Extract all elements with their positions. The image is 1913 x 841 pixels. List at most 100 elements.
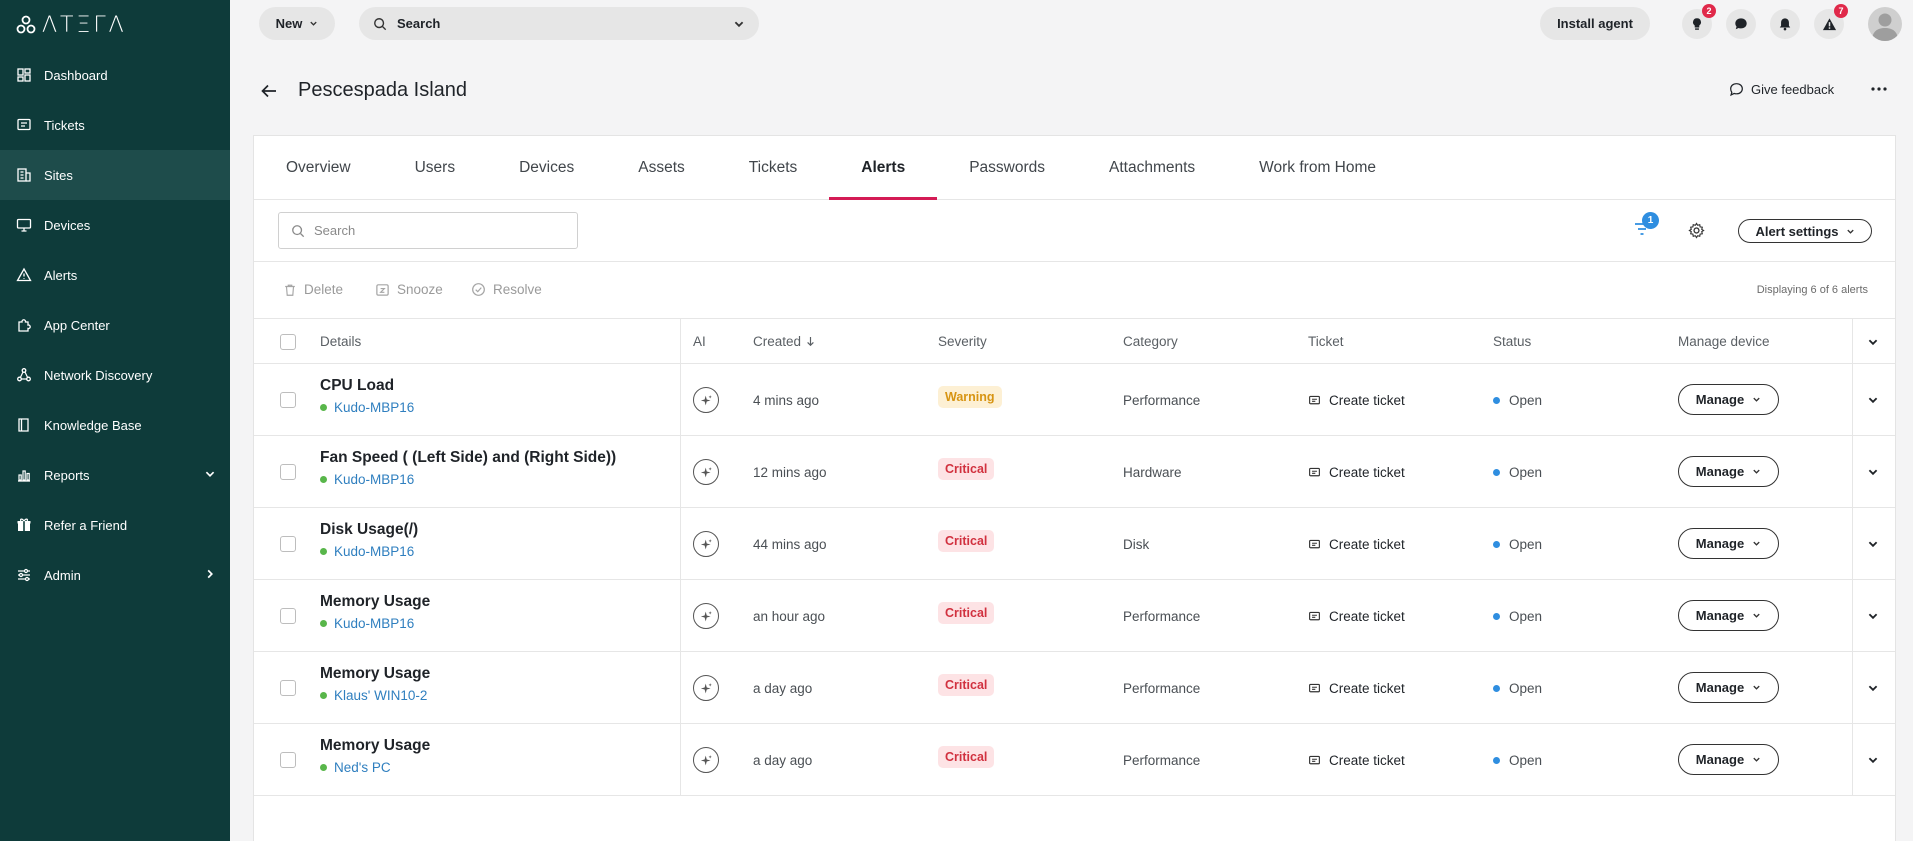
- row-checkbox[interactable]: [280, 752, 296, 768]
- device-name[interactable]: Ned's PC: [334, 760, 391, 775]
- row-checkbox[interactable]: [280, 536, 296, 552]
- expand-all-button[interactable]: [1867, 319, 1879, 364]
- table-row[interactable]: Memory Usage Kudo-MBP16 an hour ago Critica…: [254, 580, 1895, 652]
- delete-button[interactable]: Delete: [283, 282, 343, 297]
- expand-row-button[interactable]: [1867, 682, 1879, 694]
- sidebar-item-sites[interactable]: Sites: [0, 150, 230, 200]
- manage-device-button[interactable]: Manage: [1678, 456, 1779, 487]
- tab-users[interactable]: Users: [383, 136, 487, 199]
- header-severity[interactable]: Severity: [938, 319, 987, 364]
- sidebar-item-tickets[interactable]: Tickets: [0, 100, 230, 150]
- create-ticket-button[interactable]: Create ticket: [1308, 508, 1405, 580]
- tab-tickets[interactable]: Tickets: [717, 136, 830, 199]
- expand-row-button[interactable]: [1867, 466, 1879, 478]
- create-ticket-button[interactable]: Create ticket: [1308, 364, 1405, 436]
- table-row[interactable]: CPU Load Kudo-MBP16 4 mins ago Warning Perfo…: [254, 364, 1895, 436]
- header-category[interactable]: Category: [1123, 319, 1178, 364]
- tab-work-from-home[interactable]: Work from Home: [1227, 136, 1408, 199]
- device-name[interactable]: Kudo-MBP16: [334, 544, 414, 559]
- row-checkbox[interactable]: [280, 608, 296, 624]
- header-created[interactable]: Created: [753, 319, 815, 364]
- device-name[interactable]: Klaus' WIN10-2: [334, 688, 427, 703]
- alert-title[interactable]: Memory Usage: [320, 593, 430, 611]
- header-details[interactable]: Details: [320, 319, 361, 364]
- device-name[interactable]: Kudo-MBP16: [334, 472, 414, 487]
- alert-title[interactable]: CPU Load: [320, 377, 394, 395]
- ai-button[interactable]: [693, 603, 719, 629]
- expand-row-button[interactable]: [1867, 754, 1879, 766]
- alerts-search[interactable]: [278, 212, 578, 249]
- manage-device-button[interactable]: Manage: [1678, 600, 1779, 631]
- give-feedback-button[interactable]: Give feedback: [1729, 82, 1834, 97]
- ai-button[interactable]: [693, 459, 719, 485]
- logo[interactable]: ΛΤΞΓΛ: [0, 0, 230, 50]
- header-status[interactable]: Status: [1493, 319, 1531, 364]
- alert-settings-button[interactable]: Alert settings: [1738, 219, 1872, 243]
- sidebar-item-refer-a-friend[interactable]: Refer a Friend: [0, 500, 230, 550]
- row-checkbox[interactable]: [280, 464, 296, 480]
- device-name[interactable]: Kudo-MBP16: [334, 400, 414, 415]
- sidebar-item-network-discovery[interactable]: Network Discovery: [0, 350, 230, 400]
- manage-device-button[interactable]: Manage: [1678, 384, 1779, 415]
- alert-title[interactable]: Memory Usage: [320, 665, 430, 683]
- alert-title[interactable]: Fan Speed ( (Left Side) and (Right Side)…: [320, 449, 616, 467]
- table-row[interactable]: Disk Usage(/) Kudo-MBP16 44 mins ago Critic…: [254, 508, 1895, 580]
- expand-row-button[interactable]: [1867, 394, 1879, 406]
- table-row[interactable]: Fan Speed ( (Left Side) and (Right Side)…: [254, 436, 1895, 508]
- tab-overview[interactable]: Overview: [254, 136, 383, 199]
- resolve-button[interactable]: Resolve: [471, 282, 542, 297]
- ai-button[interactable]: [693, 675, 719, 701]
- sidebar-item-reports[interactable]: Reports: [0, 450, 230, 500]
- device-link[interactable]: Kudo-MBP16: [320, 472, 414, 487]
- notifications-button[interactable]: [1770, 9, 1800, 39]
- global-search[interactable]: Search: [359, 7, 759, 40]
- create-ticket-button[interactable]: Create ticket: [1308, 652, 1405, 724]
- device-link[interactable]: Klaus' WIN10-2: [320, 688, 427, 703]
- table-settings-button[interactable]: [1688, 222, 1705, 244]
- alert-title[interactable]: Memory Usage: [320, 737, 430, 755]
- sidebar-item-admin[interactable]: Admin: [0, 550, 230, 600]
- table-row[interactable]: Memory Usage Klaus' WIN10-2 a day ago Criti…: [254, 652, 1895, 724]
- tab-attachments[interactable]: Attachments: [1077, 136, 1227, 199]
- tab-passwords[interactable]: Passwords: [937, 136, 1077, 199]
- alerts-search-input[interactable]: [314, 223, 554, 238]
- row-checkbox[interactable]: [280, 392, 296, 408]
- device-name[interactable]: Kudo-MBP16: [334, 616, 414, 631]
- chat-button[interactable]: [1726, 9, 1756, 39]
- tab-alerts[interactable]: Alerts: [829, 136, 938, 200]
- manage-device-button[interactable]: Manage: [1678, 744, 1779, 775]
- expand-row-button[interactable]: [1867, 610, 1879, 622]
- snooze-button[interactable]: Snooze: [375, 282, 443, 297]
- header-ticket[interactable]: Ticket: [1308, 319, 1344, 364]
- manage-device-button[interactable]: Manage: [1678, 672, 1779, 703]
- new-button[interactable]: New: [259, 7, 335, 40]
- tab-devices[interactable]: Devices: [487, 136, 606, 199]
- device-link[interactable]: Kudo-MBP16: [320, 400, 414, 415]
- device-link[interactable]: Kudo-MBP16: [320, 616, 414, 631]
- expand-row-button[interactable]: [1867, 538, 1879, 550]
- back-button[interactable]: [260, 82, 278, 105]
- avatar[interactable]: [1868, 7, 1902, 41]
- sidebar-item-alerts[interactable]: Alerts: [0, 250, 230, 300]
- sidebar-item-app-center[interactable]: App Center: [0, 300, 230, 350]
- table-row[interactable]: Memory Usage Ned's PC a day ago Critical Per…: [254, 724, 1895, 796]
- ideas-button[interactable]: 2: [1682, 4, 1716, 39]
- ai-button[interactable]: [693, 387, 719, 413]
- device-link[interactable]: Kudo-MBP16: [320, 544, 414, 559]
- create-ticket-button[interactable]: Create ticket: [1308, 436, 1405, 508]
- sidebar-item-devices[interactable]: Devices: [0, 200, 230, 250]
- row-checkbox[interactable]: [280, 680, 296, 696]
- alert-title[interactable]: Disk Usage(/): [320, 521, 418, 539]
- ai-button[interactable]: [693, 531, 719, 557]
- create-ticket-button[interactable]: Create ticket: [1308, 580, 1405, 652]
- tab-assets[interactable]: Assets: [606, 136, 717, 199]
- more-options-button[interactable]: [1870, 80, 1888, 103]
- ai-button[interactable]: [693, 747, 719, 773]
- manage-device-button[interactable]: Manage: [1678, 528, 1779, 559]
- select-all-checkbox[interactable]: [280, 319, 296, 364]
- sidebar-item-dashboard[interactable]: Dashboard: [0, 50, 230, 100]
- alerts-button[interactable]: 7: [1814, 4, 1848, 39]
- sidebar-item-knowledge-base[interactable]: Knowledge Base: [0, 400, 230, 450]
- install-agent-button[interactable]: Install agent: [1540, 7, 1650, 40]
- device-link[interactable]: Ned's PC: [320, 760, 391, 775]
